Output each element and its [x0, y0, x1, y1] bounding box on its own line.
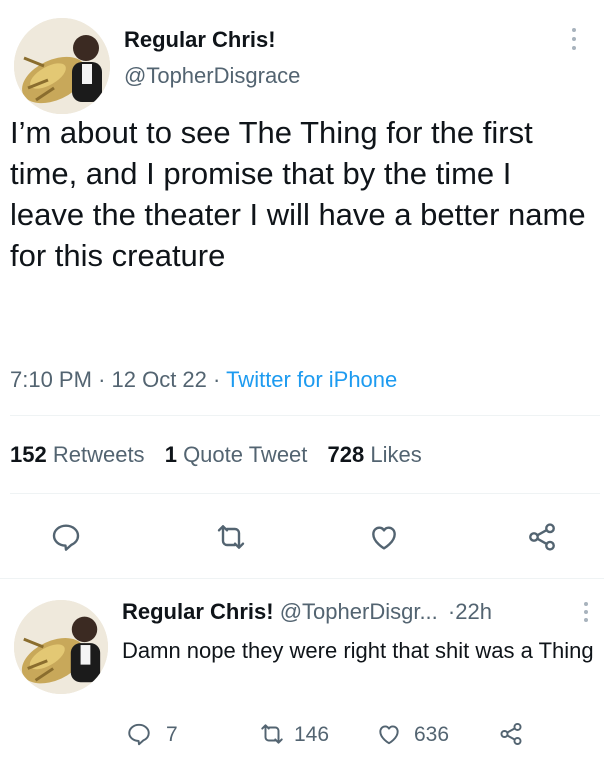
tweet-date[interactable]: 12 Oct 22: [112, 367, 207, 392]
tweet-time[interactable]: 7:10 PM: [10, 367, 92, 392]
meta-separator: ·: [213, 367, 221, 392]
likes-label: Likes: [370, 442, 422, 467]
avatar-image: [14, 600, 108, 694]
retweets-label: Retweets: [52, 442, 145, 467]
tweet-meta: 7:10 PM · 12 Oct 22 · Twitter for iPhone: [10, 366, 397, 394]
reply-like-icon[interactable]: [376, 721, 402, 747]
share-icon[interactable]: [526, 521, 558, 553]
reply-reply-icon[interactable]: [126, 721, 152, 747]
tweet-stats: 152 Retweets 1 Quote Tweet 728 Likes: [10, 441, 422, 469]
reply-header: Regular Chris! @TopherDisgr... ·22h: [122, 598, 492, 626]
reply-retweet-count: 146: [294, 723, 330, 746]
meta-separator: ·: [98, 367, 106, 392]
likes-stat[interactable]: 728 Likes: [328, 442, 422, 467]
reply-more-options-icon[interactable]: [584, 602, 588, 622]
divider: [10, 493, 600, 494]
author-name[interactable]: Regular Chris!: [124, 26, 276, 54]
retweet-icon[interactable]: [214, 521, 248, 553]
quotes-label: Quote Tweet: [183, 442, 308, 467]
reply-age[interactable]: 22h: [455, 599, 492, 624]
retweets-stat[interactable]: 152 Retweets: [10, 442, 151, 467]
author-avatar[interactable]: [14, 18, 110, 114]
reply-retweet-icon[interactable]: [258, 721, 286, 747]
reply-share-icon[interactable]: [498, 721, 524, 747]
tweet-source-link[interactable]: Twitter for iPhone: [226, 367, 397, 392]
retweets-count: 152: [10, 442, 47, 467]
author-handle[interactable]: @TopherDisgrace: [124, 62, 300, 90]
reply-icon[interactable]: [50, 521, 82, 553]
more-options-icon[interactable]: [572, 28, 576, 50]
reply-text: Damn nope they were right that shit was …: [122, 638, 594, 663]
quotes-stat[interactable]: 1 Quote Tweet: [165, 442, 314, 467]
like-icon[interactable]: [368, 521, 400, 553]
reply-author-handle[interactable]: @TopherDisgr...: [280, 599, 438, 624]
avatar-image: [14, 18, 110, 114]
reply-like-count: 636: [414, 723, 450, 746]
reply-author-avatar[interactable]: [14, 600, 108, 694]
reply-author-name[interactable]: Regular Chris!: [122, 599, 274, 624]
tweet-text: I’m about to see The Thing for the first…: [10, 115, 586, 273]
divider: [10, 415, 600, 416]
quotes-count: 1: [164, 442, 177, 467]
divider: [0, 578, 604, 579]
reply-reply-count: 7: [166, 723, 178, 746]
likes-count: 728: [327, 442, 365, 467]
